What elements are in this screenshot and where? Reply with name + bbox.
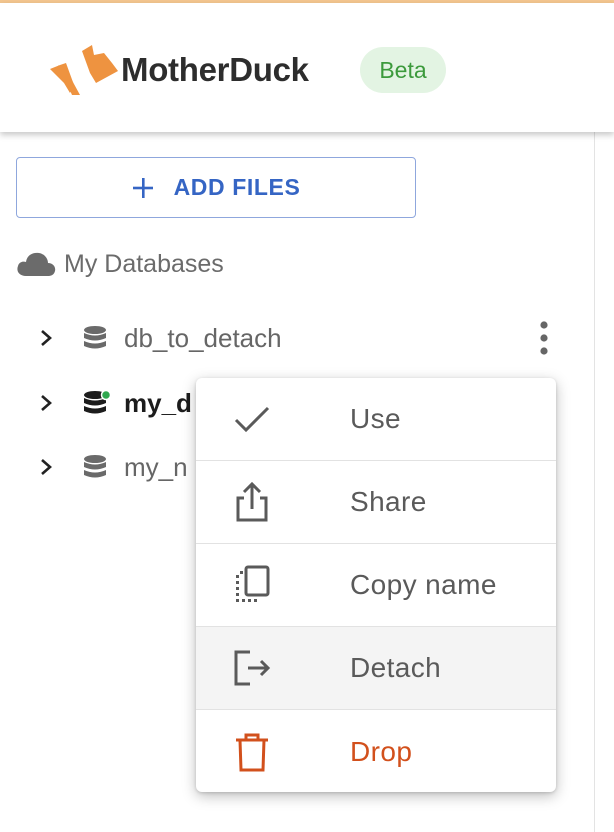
chevron-right-icon[interactable] <box>38 393 54 413</box>
share-icon <box>236 482 268 522</box>
menu-item-drop[interactable]: Drop <box>196 710 556 792</box>
header: MotherDuck Beta <box>0 3 614 132</box>
cloud-icon <box>17 252 56 276</box>
menu-item-label: Use <box>350 403 401 434</box>
motherduck-logo-icon <box>50 45 118 95</box>
database-name: my_d <box>124 387 192 418</box>
my-databases-header: My Databases <box>16 246 224 282</box>
database-name: my_n <box>124 451 188 482</box>
database-row-my-d[interactable]: my_d <box>38 383 192 423</box>
detach-icon <box>234 650 271 686</box>
database-context-menu: Use Share Copy name Detach Drop <box>196 378 556 792</box>
menu-item-copy-name[interactable]: Copy name <box>196 544 556 627</box>
section-title-label: My Databases <box>64 249 224 278</box>
menu-item-share[interactable]: Share <box>196 461 556 544</box>
app-root: MotherDuck Beta ADD FILES My Databases d… <box>0 0 614 832</box>
plus-icon <box>132 177 153 198</box>
check-icon <box>234 406 270 433</box>
brand-name[interactable]: MotherDuck <box>121 50 309 90</box>
panel-divider <box>594 132 595 832</box>
menu-item-label: Detach <box>350 652 442 683</box>
add-files-label: ADD FILES <box>173 174 301 200</box>
beta-badge: Beta <box>360 47 446 93</box>
database-name: db_to_detach <box>124 322 282 353</box>
menu-item-label: Drop <box>350 735 413 767</box>
menu-item-label: Share <box>350 486 427 517</box>
menu-item-use[interactable]: Use <box>196 378 556 461</box>
database-icon <box>84 455 106 478</box>
trash-icon <box>236 733 268 771</box>
database-attached-icon <box>84 390 112 414</box>
more-vert-icon[interactable] <box>532 318 556 358</box>
chevron-right-icon[interactable] <box>38 328 54 348</box>
database-row-db-to-detach[interactable]: db_to_detach <box>38 318 282 358</box>
menu-item-label: Copy name <box>350 569 497 600</box>
copy-icon <box>236 565 270 602</box>
add-files-button[interactable]: ADD FILES <box>16 157 416 218</box>
menu-item-detach[interactable]: Detach <box>196 627 556 710</box>
chevron-right-icon[interactable] <box>38 457 54 477</box>
database-row-my-n[interactable]: my_n <box>38 447 188 487</box>
database-icon <box>84 326 106 349</box>
